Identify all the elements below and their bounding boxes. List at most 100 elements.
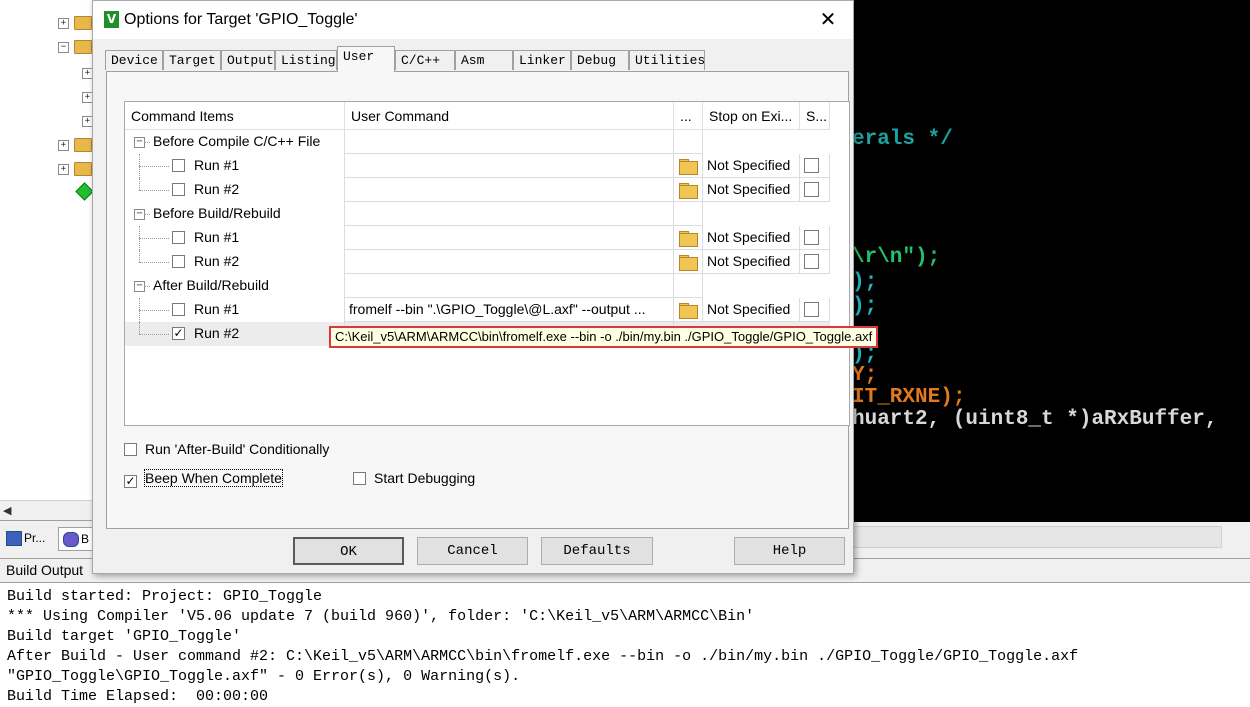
browse-folder-icon[interactable] [678,182,698,199]
editor-horizontal-scrollbar[interactable] [850,526,1222,548]
run-after-build-checkbox[interactable] [124,443,137,456]
header-user-command[interactable]: User Command [345,102,674,130]
run-checkbox[interactable]: ✓ [172,327,185,340]
user-commands-grid[interactable]: Command Items User Command... Stop on Exi.… [124,101,850,426]
folder-open-icon [74,40,92,54]
command-cell[interactable] [345,178,674,202]
close-button[interactable]: ✕ [813,6,843,34]
browse-cell [674,130,703,154]
tree-connector [139,250,140,262]
browse-folder-icon[interactable] [678,158,698,175]
tree-connector [144,214,150,215]
s-checkbox[interactable] [804,302,819,317]
folder-icon [74,138,92,152]
command-cell[interactable] [345,226,674,250]
tab-asm[interactable]: Asm [455,50,513,70]
s-cell [800,226,830,250]
command-cell[interactable] [345,130,674,154]
tab-panel-user: Command Items User Command... Stop on Exi.… [106,71,850,529]
tab-output[interactable]: Output [221,50,275,70]
group-row[interactable]: − Before Compile C/C++ File [125,130,830,154]
command-row[interactable]: Run #1 fromelf --bin ".\GPIO_Toggle\@L.ax… [125,298,830,322]
header-stop-on-exit[interactable]: Stop on Exi... [703,102,800,130]
header-command-items[interactable]: Command Items [125,102,345,130]
header-s[interactable]: S... [800,102,830,130]
run-label: Run #2 [194,253,240,269]
help-button[interactable]: Help [734,537,845,565]
expand-icon[interactable]: + [58,164,69,175]
command-cell[interactable] [345,202,674,226]
stop-on-exit-cell[interactable]: Not Specified [703,250,800,274]
beep-option[interactable]: ✓ Beep When Complete [124,469,283,488]
tab-utilities[interactable]: Utilities [629,50,705,70]
run-label: Run #1 [194,301,240,317]
project-horizontal-scrollbar[interactable]: ◀ [0,500,100,521]
tab-linker[interactable]: Linker [513,50,571,70]
command-row[interactable]: Run #1 Not Specified [125,154,830,178]
command-cell[interactable]: fromelf --bin ".\GPIO_Toggle\@L.axf" --o… [345,298,674,322]
run-checkbox[interactable] [172,231,185,244]
group-row[interactable]: − Before Build/Rebuild [125,202,830,226]
browse-folder-icon[interactable] [678,230,698,247]
stop-on-exit-cell[interactable]: Not Specified [703,226,800,250]
beep-checkbox[interactable]: ✓ [124,475,137,488]
code-line: huart2, (uint8_t *)aRxBuffer, [852,408,1218,431]
stop-on-exit-cell[interactable]: Not Specified [703,178,800,202]
build-output-line: Build Time Elapsed: 00:00:00 [7,688,269,705]
project-panel-tabs: Pr... B [0,520,122,555]
run-after-build-label: Run 'After-Build' Conditionally [145,441,330,457]
project-tree[interactable]: + − + + + + + ◀ [0,0,100,521]
tab-cc[interactable]: C/C++ [395,50,455,70]
defaults-button[interactable]: Defaults [541,537,653,565]
s-checkbox[interactable] [804,230,819,245]
run-label: Run #2 [194,181,240,197]
run-label: Run #2 [194,325,240,341]
run-checkbox[interactable] [172,159,185,172]
collapse-icon[interactable]: − [58,42,69,53]
start-debugging-option[interactable]: Start Debugging [353,470,475,486]
tree-connector [139,166,169,167]
build-output-title: Build Output [6,562,84,578]
start-debugging-checkbox[interactable] [353,472,366,485]
stop-on-exit-cell[interactable]: Not Specified [703,154,800,178]
browse-cell [674,202,703,226]
books-icon [63,532,79,547]
tree-connector [144,142,150,143]
s-checkbox[interactable] [804,182,819,197]
run-after-build-option[interactable]: Run 'After-Build' Conditionally [124,441,329,457]
code-editor[interactable]: erals */\r\n");););); Y; IT_RXNE); huart2, … [850,0,1250,522]
run-checkbox[interactable] [172,255,185,268]
s-cell [800,154,830,178]
scroll-left-icon[interactable]: ◀ [3,504,11,517]
command-row[interactable]: Run #1 Not Specified [125,226,830,250]
code-line: erals */ [852,128,953,151]
s-checkbox[interactable] [804,254,819,269]
stop-on-exit-cell[interactable]: Not Specified [703,298,800,322]
tab-target[interactable]: Target [163,50,221,70]
ok-button[interactable]: OK [293,537,404,565]
expand-icon[interactable]: + [58,140,69,151]
tab-device[interactable]: Device [105,50,163,70]
browse-folder-icon[interactable] [678,254,698,271]
s-checkbox[interactable] [804,158,819,173]
command-row[interactable]: Run #2 Not Specified [125,250,830,274]
command-row[interactable]: Run #2 Not Specified [125,178,830,202]
browse-folder-icon[interactable] [678,302,698,319]
run-label: Run #1 [194,157,240,173]
run-checkbox[interactable] [172,183,185,196]
tree-connector [144,286,150,287]
command-cell[interactable] [345,250,674,274]
tab-debug[interactable]: Debug [571,50,629,70]
expand-icon[interactable]: + [58,18,69,29]
folder-icon [74,16,92,30]
build-output-panel[interactable]: Build started: Project: GPIO_Toggle *** U… [0,582,1250,707]
group-row[interactable]: − After Build/Rebuild [125,274,830,298]
command-cell[interactable] [345,154,674,178]
header-browse[interactable]: ... [674,102,703,130]
tab-listing[interactable]: Listing [275,50,337,70]
cancel-button[interactable]: Cancel [417,537,528,565]
tab-user[interactable]: User [337,46,395,72]
command-cell[interactable] [345,274,674,298]
run-checkbox[interactable] [172,303,185,316]
title-bar[interactable]: V Options for Target 'GPIO_Toggle' ✕ [93,1,853,39]
